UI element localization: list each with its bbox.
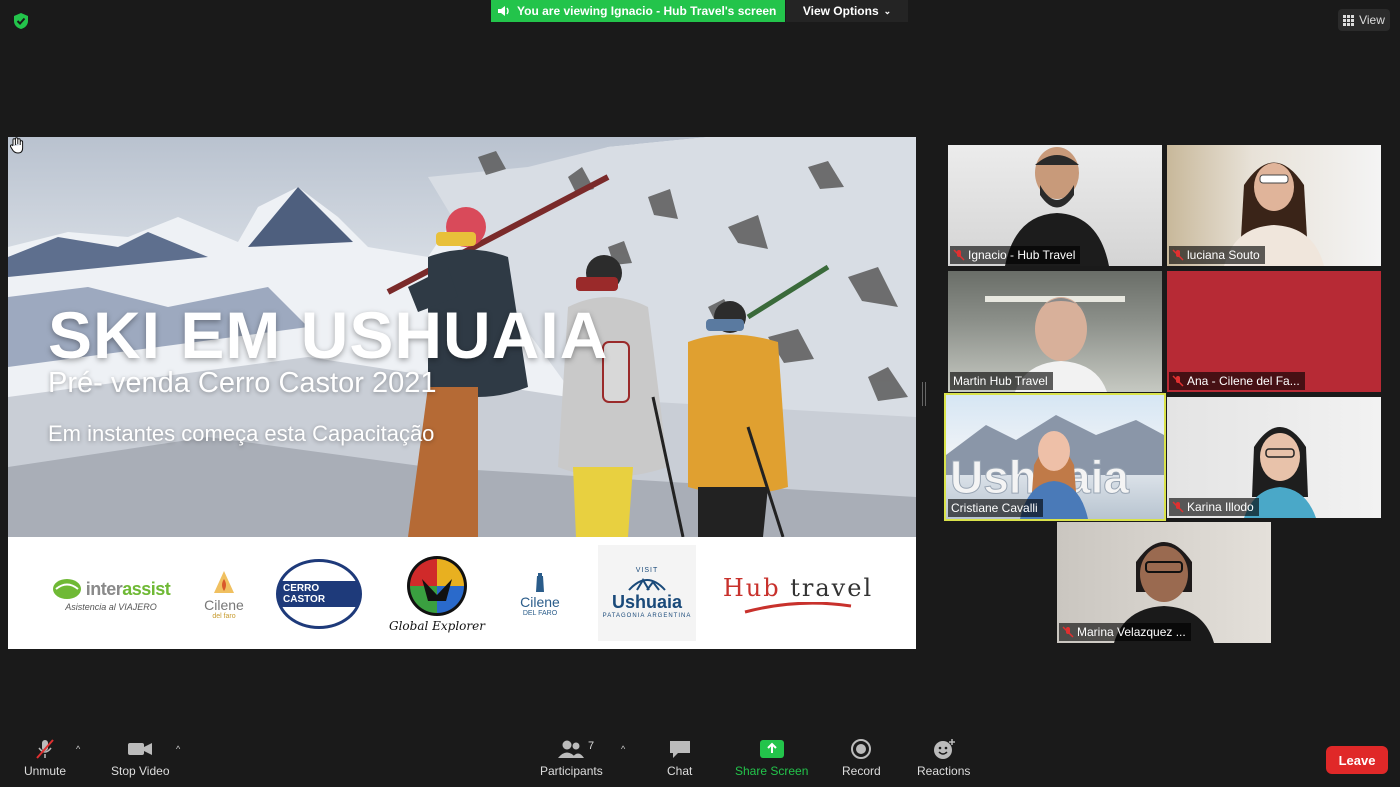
participant-name: Ignacio - Hub Travel: [968, 248, 1076, 262]
cilene-logo: Cilene del faro: [194, 551, 254, 637]
view-options-button[interactable]: View Options ⌄: [786, 0, 908, 22]
ski-photo: SKI EM USHUAIA Pré- venda Cerro Castor 2…: [8, 137, 916, 537]
ushuaia-mark-icon: [628, 578, 666, 591]
grid-icon: [1343, 14, 1355, 26]
participant-tile[interactable]: Ana - Cilene del Fa...: [1167, 271, 1381, 392]
share-screen-icon: [759, 740, 784, 758]
record-icon: [851, 739, 872, 759]
participant-tile-active-speaker[interactable]: Ushuaia Cristiane Cavalli: [944, 393, 1166, 521]
participant-name-tag: luciana Souto: [1169, 246, 1265, 264]
participant-name: Marina Velazquez ...: [1077, 625, 1186, 639]
speaker-icon: [498, 6, 509, 16]
participants-count: 7: [588, 740, 595, 752]
chat-button[interactable]: Chat: [667, 738, 692, 778]
chat-label: Chat: [667, 764, 693, 778]
slide-subtitle: Pré- venda Cerro Castor 2021: [48, 367, 437, 399]
viewing-text: You are viewing Ignacio - Hub Travel's s…: [517, 4, 777, 18]
global-explorer-mark-icon: [407, 556, 467, 616]
chevron-down-icon: ⌄: [883, 5, 892, 16]
participant-tile[interactable]: Ignacio - Hub Travel: [948, 145, 1162, 266]
participant-tile[interactable]: Martin Hub Travel: [948, 271, 1162, 392]
video-options-caret-icon[interactable]: ^: [176, 744, 180, 754]
participant-name-tag: Marina Velazquez ...: [1059, 623, 1191, 641]
interassist-name-b: assist: [122, 578, 171, 599]
ushuaia-tagline: PATAGONIA ARGENTINA: [602, 613, 692, 619]
flame-icon: [214, 570, 234, 593]
shared-screen: SKI EM USHUAIA Pré- venda Cerro Castor 2…: [8, 137, 916, 649]
stop-video-label: Stop Video: [111, 764, 170, 778]
participants-options-caret-icon[interactable]: ^: [621, 744, 625, 754]
stop-video-button[interactable]: Stop Video: [111, 738, 170, 778]
interassist-tagline: Asistencia al VIAJERO: [65, 602, 157, 612]
reactions-label: Reactions: [917, 764, 971, 778]
global-explorer-name: Global Explorer: [389, 619, 485, 633]
interassist-mark-icon: [52, 579, 81, 599]
cilene-del-faro-logo: Cilene DEL FARO: [506, 551, 574, 637]
hub-travel-logo: Hub travel: [718, 551, 878, 637]
participant-tile[interactable]: Marina Velazquez ...: [1057, 522, 1271, 643]
panel-resize-handle[interactable]: [922, 382, 926, 406]
screen-share-banner: You are viewing Ignacio - Hub Travel's s…: [491, 0, 785, 22]
view-button[interactable]: View: [1338, 9, 1390, 31]
mic-muted-icon: [36, 739, 54, 759]
participant-name-tag: Martin Hub Travel: [950, 372, 1053, 390]
slide-title: SKI EM USHUAIA: [48, 298, 609, 372]
unmute-button[interactable]: Unmute: [24, 738, 66, 778]
participant-name: Cristiane Cavalli: [951, 501, 1038, 515]
audio-options-caret-icon[interactable]: ^: [76, 744, 80, 754]
reactions-button[interactable]: Reactions: [917, 738, 970, 778]
participant-name: Karina Illodo: [1187, 500, 1254, 514]
chat-icon: [669, 741, 690, 758]
meeting-toolbar: Unmute ^ Stop Video ^ Participants 7 ^ C…: [0, 730, 1400, 787]
participant-name: Ana - Cilene del Fa...: [1187, 374, 1300, 388]
hub-name-b: travel: [780, 574, 874, 602]
participant-tile[interactable]: luciana Souto: [1167, 145, 1381, 266]
cilene-name: Cilene: [204, 596, 244, 613]
video-camera-icon: [128, 743, 153, 755]
mic-muted-icon: [1172, 501, 1184, 513]
sponsor-logos: interassist Asistencia al VIAJERO Cilene…: [8, 537, 916, 649]
participant-name-tag: Ana - Cilene del Fa...: [1169, 372, 1305, 390]
cilene-tagline: del faro: [212, 612, 236, 620]
participants-icon: [558, 740, 585, 758]
slide-subtitle-2: Em instantes começa esta Capacitação: [48, 421, 435, 446]
mic-muted-icon: [1062, 626, 1074, 638]
ushuaia-visit: VISIT: [635, 567, 659, 574]
visit-ushuaia-logo: VISIT Ushuaia PATAGONIA ARGENTINA: [598, 545, 696, 641]
participants-label: Participants: [540, 764, 603, 778]
cilene-del-faro-name: Cilene: [520, 593, 560, 610]
interassist-name-a: inter: [85, 578, 123, 599]
mic-muted-icon: [1172, 249, 1184, 261]
cilene-del-faro-tagline: DEL FARO: [522, 609, 558, 617]
interassist-logo: interassist Asistencia al VIAJERO: [46, 551, 176, 637]
hub-name-a: Hub: [722, 574, 781, 602]
share-screen-label: Share Screen: [735, 764, 809, 778]
cerro-castor-logo: CERRO CASTOR: [274, 551, 364, 637]
share-screen-button[interactable]: Share Screen: [735, 738, 808, 778]
unmute-label: Unmute: [24, 764, 67, 778]
view-options-label: View Options: [802, 4, 879, 18]
swoosh-icon: [744, 602, 852, 614]
view-label: View: [1359, 13, 1385, 27]
ushuaia-name: Ushuaia: [611, 592, 683, 612]
participant-tile[interactable]: Karina Illodo: [1167, 397, 1381, 518]
participant-name: Martin Hub Travel: [953, 374, 1048, 388]
global-explorer-logo: Global Explorer: [388, 551, 486, 637]
participant-name: luciana Souto: [1187, 248, 1260, 262]
security-shield-icon[interactable]: [12, 12, 30, 30]
hand-cursor-icon: [9, 137, 24, 154]
leave-button[interactable]: Leave: [1326, 746, 1388, 774]
record-label: Record: [842, 764, 881, 778]
reactions-emoji-icon: [933, 739, 955, 759]
mic-muted-icon: [1172, 375, 1184, 387]
mic-muted-icon: [953, 249, 965, 261]
participant-name-tag: Karina Illodo: [1169, 498, 1259, 516]
lighthouse-icon: [536, 572, 544, 592]
participant-name-tag: Cristiane Cavalli: [948, 499, 1043, 517]
participant-name-tag: Ignacio - Hub Travel: [950, 246, 1081, 264]
record-button[interactable]: Record: [842, 738, 881, 778]
castor-name: CERRO CASTOR: [279, 581, 359, 607]
